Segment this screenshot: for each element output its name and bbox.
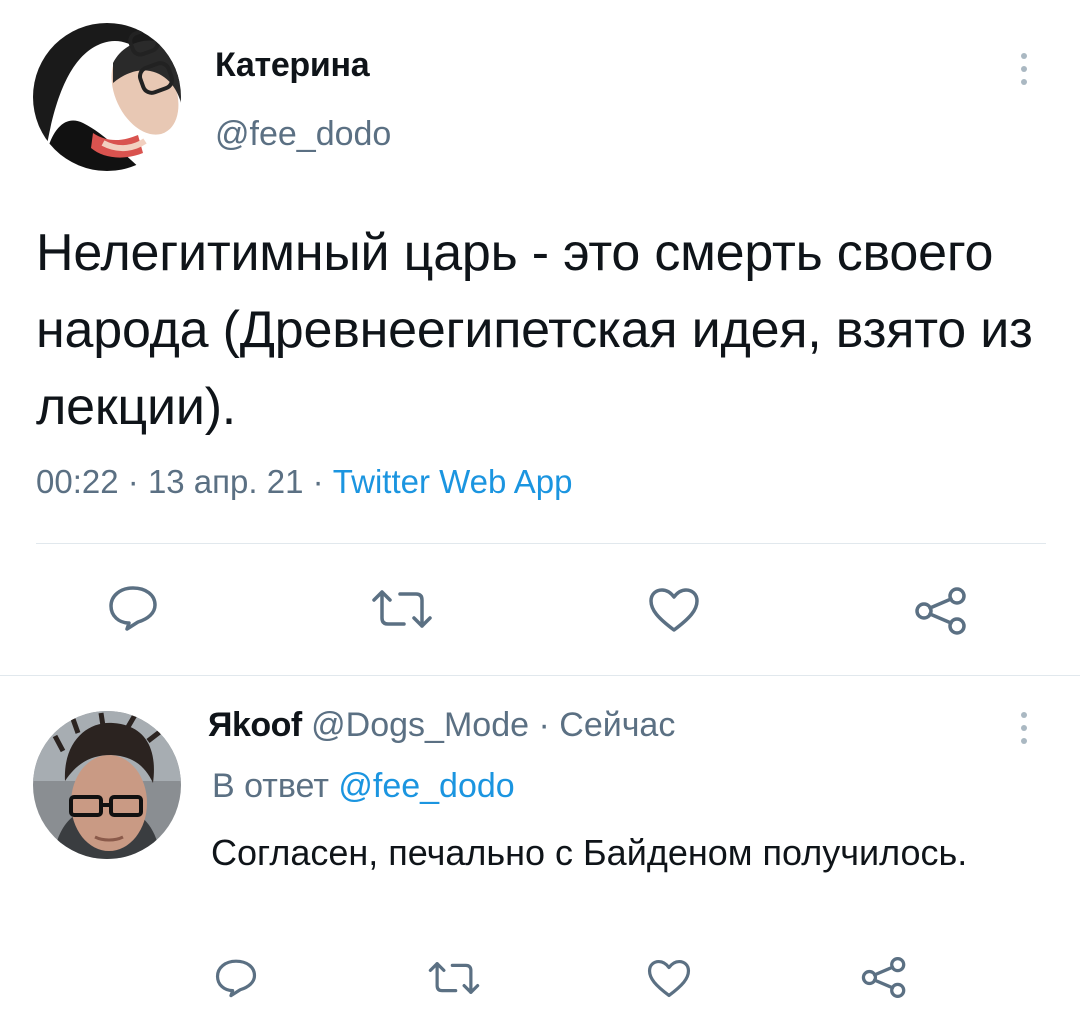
meta-separator: ·: [127, 463, 139, 500]
meta-separator: ·: [538, 706, 550, 744]
replying-to: В ответ @fee_dodo: [212, 767, 515, 806]
author-avatar[interactable]: [33, 23, 181, 171]
meta-separator: ·: [312, 463, 324, 500]
heart-icon[interactable]: [647, 959, 691, 998]
tweet-meta: 00:22 · 13 апр. 21 · Twitter Web App: [36, 463, 572, 501]
replying-to-mention[interactable]: @fee_dodo: [338, 767, 514, 805]
tweet-date: 13 апр. 21: [147, 463, 304, 500]
divider: [36, 543, 1046, 544]
share-icon[interactable]: [860, 956, 908, 999]
comment-icon[interactable]: [215, 958, 257, 998]
reply-header: Яkoof @Dogs_Mode · Сейчас: [208, 706, 675, 745]
tweet-time: 00:22: [36, 463, 119, 500]
avatar-photo: [33, 711, 181, 859]
more-options-icon[interactable]: [1014, 712, 1034, 744]
reply-text: Согласен, печально с Байденом получилось…: [211, 832, 968, 873]
tweet-source-link[interactable]: Twitter Web App: [333, 463, 573, 500]
share-icon[interactable]: [913, 586, 969, 636]
reply-author-avatar[interactable]: [33, 711, 181, 859]
author-display-name[interactable]: Катерина: [215, 46, 370, 85]
comment-icon[interactable]: [108, 585, 158, 631]
reply-author-display-name[interactable]: Яkoof: [208, 706, 302, 744]
tweet-text: Нелегитимный царь - это смерть своего на…: [36, 224, 1033, 436]
more-options-icon[interactable]: [1014, 53, 1034, 85]
retweet-icon[interactable]: [427, 960, 481, 996]
replying-to-label: В ответ: [212, 767, 329, 805]
avatar-photo: [33, 23, 181, 171]
reply-time[interactable]: Сейчас: [559, 706, 675, 744]
author-handle[interactable]: @fee_dodo: [215, 115, 391, 154]
divider: [0, 675, 1080, 676]
retweet-icon[interactable]: [370, 588, 434, 630]
heart-icon[interactable]: [648, 587, 700, 633]
reply-author-handle[interactable]: @Dogs_Mode: [311, 706, 529, 744]
